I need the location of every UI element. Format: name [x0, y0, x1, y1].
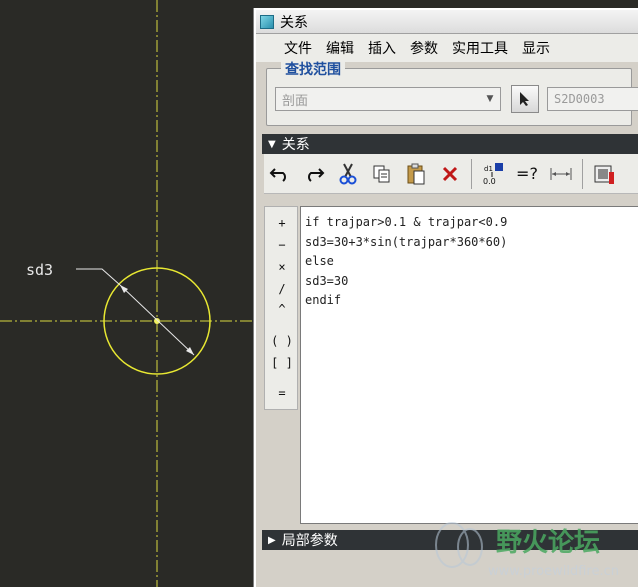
dimension-leader — [76, 268, 121, 286]
relation-line: sd3=30 — [305, 273, 349, 288]
copy-icon — [373, 165, 390, 182]
select-pick-button[interactable] — [511, 85, 539, 113]
lookup-type-select[interactable]: 剖面 ▼ — [275, 87, 501, 111]
menu-file[interactable]: 文件 — [280, 38, 322, 58]
lookup-name-field[interactable]: S2D0003 — [547, 87, 638, 111]
watermark-url: www.proewildfire.cn — [488, 564, 619, 579]
butterfly-logo — [435, 522, 483, 568]
triangle-down-icon: ▼ — [268, 138, 276, 150]
circle-center-point — [154, 318, 160, 324]
relations-toolbar: d1 0.0 =? — [264, 154, 638, 194]
operator-parentheses-button[interactable]: ( ) — [269, 331, 295, 351]
operator-brackets-button[interactable]: [ ] — [269, 353, 295, 373]
relations-section-label: 关系 — [281, 137, 310, 153]
menu-utilities[interactable]: 实用工具 — [448, 38, 518, 58]
operator-panel: + − × / ^ ( ) [ ] = — [264, 206, 298, 410]
relations-app-icon — [260, 14, 274, 29]
watermark-title: 野火论坛 — [496, 528, 600, 558]
toolbar-divider — [582, 158, 583, 189]
operator-minus-button[interactable]: − — [269, 235, 295, 255]
redo-icon — [308, 167, 325, 182]
menu-show[interactable]: 显示 — [518, 38, 560, 58]
svg-text:0.0: 0.0 — [483, 177, 496, 186]
relations-section-header[interactable]: ▼ 关系 — [262, 134, 638, 154]
svg-text:d1: d1 — [484, 165, 493, 173]
relation-line: if trajpar>0.1 & trajpar<0.9 — [305, 215, 508, 229]
local-params-section-label: 局部参数 — [281, 533, 338, 549]
copy-button[interactable] — [366, 158, 398, 190]
lookup-legend: 查找范围 — [281, 59, 345, 79]
triangle-right-icon: ▶ — [268, 534, 276, 546]
verify-button[interactable] — [588, 158, 620, 190]
paste-icon — [407, 163, 425, 184]
undo-button[interactable] — [264, 158, 296, 190]
relations-editor-area: + − × / ^ ( ) [ ] = if trajpar>0.1 & tra… — [264, 206, 638, 534]
dialog-title: 关系 — [280, 14, 308, 31]
evaluate-icon: =? — [516, 164, 538, 183]
delete-icon — [442, 166, 458, 181]
relations-dialog: 关系 文件 编辑 插入 参数 实用工具 显示 查找范围 剖面 ▼ S2D0003… — [254, 8, 638, 587]
lookup-group: 查找范围 剖面 ▼ S2D0003 — [266, 59, 638, 126]
measure-button[interactable] — [545, 158, 577, 190]
cut-button[interactable] — [332, 158, 364, 190]
operator-plus-button[interactable]: + — [269, 213, 295, 233]
verify-icon — [594, 165, 614, 184]
switch-dimension-button[interactable]: d1 0.0 — [477, 158, 509, 190]
menu-insert[interactable]: 插入 — [364, 38, 406, 58]
undo-icon — [269, 167, 286, 182]
forum-watermark: 野火论坛 www.proewildfire.cn — [435, 522, 619, 579]
menu-bar: 文件 编辑 插入 参数 实用工具 显示 — [256, 34, 638, 62]
dimension-label[interactable]: sd3 — [26, 261, 53, 279]
relation-line: sd3=30+3*sin(trajpar*360*60) — [305, 234, 508, 249]
dialog-titlebar[interactable]: 关系 — [256, 10, 638, 34]
operator-equals-button[interactable]: = — [269, 383, 295, 403]
cursor-arrow-icon — [520, 92, 529, 106]
operator-power-button[interactable]: ^ — [269, 299, 295, 319]
relation-line: else — [305, 254, 334, 268]
evaluate-button[interactable]: =? — [511, 158, 543, 190]
paste-button[interactable] — [400, 158, 432, 190]
menu-parameters[interactable]: 参数 — [406, 38, 448, 58]
menu-edit[interactable]: 编辑 — [322, 38, 364, 58]
chevron-down-icon[interactable]: ▼ — [482, 90, 498, 108]
operator-divide-button[interactable]: / — [269, 279, 295, 299]
delete-button[interactable] — [434, 158, 466, 190]
lookup-type-value: 剖面 — [282, 93, 309, 109]
operator-multiply-button[interactable]: × — [269, 257, 295, 277]
cut-icon — [339, 163, 357, 184]
redo-button[interactable] — [298, 158, 330, 190]
relations-text-area[interactable]: if trajpar>0.1 & trajpar<0.9 sd3=30+3*si… — [300, 206, 638, 524]
lookup-name-value: S2D0003 — [554, 92, 605, 106]
measure-icon — [550, 167, 572, 180]
switch-dimension-icon: d1 0.0 — [483, 162, 503, 186]
relation-line: endif — [305, 293, 342, 307]
toolbar-divider — [471, 158, 472, 189]
